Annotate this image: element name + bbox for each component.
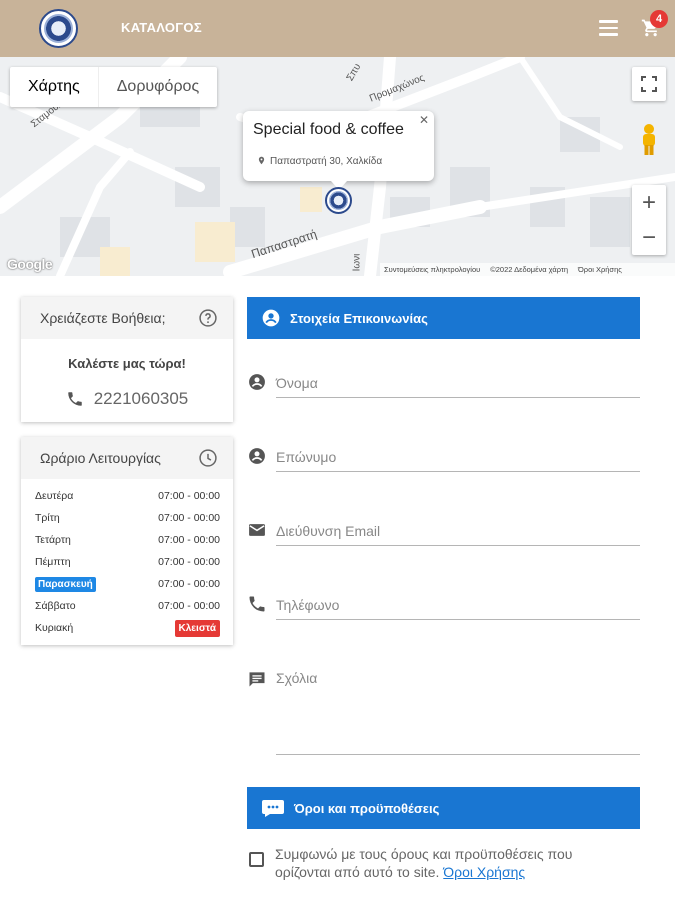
chat-bubble-icon [262,800,284,817]
close-icon[interactable]: ✕ [419,113,429,127]
day-hours: 07:00 - 00:00 [158,512,220,524]
day-name: Κυριακή [35,622,74,634]
street-view-pegman-icon[interactable] [636,123,662,157]
closed-badge: Κλειστά [174,619,220,637]
map-info-window: Special food & coffee ✕ Παπαστρατή 30, Χ… [243,111,434,190]
email-icon [249,524,265,536]
map-type-toggle: Χάρτης Δορυφόρος [10,67,218,107]
terms-of-use-link[interactable]: Όροι Χρήσης [443,864,525,880]
help-card-header: Χρειάζεστε Βοήθεια; [21,297,233,339]
nav-catalog-link[interactable]: ΚΑΤΑΛΟΓΟΣ [121,20,202,35]
day-name: Σάββατο [35,600,76,612]
help-card: Χρειάζεστε Βοήθεια; Καλέστε μας τώρα! 22… [21,297,233,422]
google-logo[interactable]: Google [7,256,53,272]
contact-section-title: Στοιχεία Επικοινωνίας [290,310,428,326]
street-label: Ιωνι [351,253,363,272]
day-name: Δευτέρα [35,490,74,502]
google-map[interactable]: Σταμούλη Προμαχώνος Σπυ Παπαστρατή Ιωνι … [0,57,675,276]
hours-card-header: Ωράριο Λειτουργίας [21,437,233,479]
hours-row-today: Παρασκευή 07:00 - 00:00 [35,573,220,595]
tab-map[interactable]: Χάρτης [10,67,98,107]
terms-agreement-text: Συμφωνώ με τους όρους και προϋποθέσεις π… [275,846,573,880]
fullscreen-button[interactable] [632,67,666,101]
tab-satellite[interactable]: Δορυφόρος [97,67,217,107]
phone-label: Τηλέφωνο [276,597,340,613]
phone-number[interactable]: 2221060305 [94,389,189,409]
opening-hours-card: Ωράριο Λειτουργίας Δευτέρα 07:00 - 00:00 … [21,437,233,645]
zoom-out-button[interactable]: − [632,220,666,255]
hours-card-title: Ωράριο Λειτουργίας [40,450,161,466]
account-circle-icon [262,309,280,327]
fullscreen-icon [641,76,657,92]
hours-row: Πέμπτη 07:00 - 00:00 [35,551,220,573]
phone-icon [249,596,265,612]
hours-list: Δευτέρα 07:00 - 00:00 Τρίτη 07:00 - 00:00 … [21,479,233,639]
email-field[interactable]: Διεύθυνση Email [247,521,640,547]
contact-section-header: Στοιχεία Επικοινωνίας [247,297,640,339]
phone-field[interactable]: Τηλέφωνο [247,595,640,621]
call-now-text: Καλέστε μας τώρα! [68,356,186,371]
last-name-field[interactable]: Επώνυμο [247,447,640,473]
help-circle-icon [199,309,217,327]
account-circle-icon [249,448,265,464]
last-name-label: Επώνυμο [276,449,337,465]
location-pin-icon [258,156,265,165]
day-hours: 07:00 - 00:00 [158,490,220,502]
terms-section-title: Όροι και προϋποθέσεις [294,800,440,816]
comment-icon [249,672,265,687]
day-name: Τρίτη [35,512,60,524]
first-name-label: Όνομα [276,375,318,391]
cart-count-badge: 4 [650,10,668,28]
terms-checkbox[interactable] [249,852,264,867]
account-circle-icon [249,374,265,390]
help-card-title: Χρειάζεστε Βοήθεια; [40,310,166,326]
map-marker[interactable] [325,187,352,214]
comments-field[interactable]: Σχόλια [247,668,640,758]
hours-row: Κυριακή Κλειστά [35,617,220,639]
place-name: Special food & coffee [253,121,404,138]
day-name: Τετάρτη [35,534,71,546]
terms-of-use-link[interactable]: Όροι Χρήσης [578,265,622,274]
place-address: Παπαστρατή 30, Χαλκίδα [257,155,382,167]
hours-row: Τρίτη 07:00 - 00:00 [35,507,220,529]
day-hours: 07:00 - 00:00 [158,534,220,546]
comments-label: Σχόλια [276,670,318,686]
phone-icon [67,392,82,406]
site-logo[interactable] [39,9,78,48]
today-badge: Παρασκευή [35,576,96,592]
keyboard-shortcuts-link[interactable]: Συντομεύσεις πληκτρολογίου [384,265,480,274]
day-hours: 07:00 - 00:00 [158,556,220,568]
phone-line[interactable]: 2221060305 [21,389,233,409]
day-hours: 07:00 - 00:00 [158,578,220,590]
first-name-field[interactable]: Όνομα [247,373,640,399]
map-data-text: ©2022 Δεδομένα χάρτη [490,265,568,274]
hours-row: Σάββατο 07:00 - 00:00 [35,595,220,617]
zoom-controls: + − [632,185,666,255]
day-name: Πέμπτη [35,556,71,568]
terms-section-header: Όροι και προϋποθέσεις [247,787,640,829]
top-navbar: ΚΑΤΑΛΟΓΟΣ 4 [0,0,675,57]
day-hours: 07:00 - 00:00 [158,600,220,612]
email-label: Διεύθυνση Email [276,523,381,539]
clock-icon [199,449,217,467]
zoom-in-button[interactable]: + [632,185,666,220]
hours-row: Τετάρτη 07:00 - 00:00 [35,529,220,551]
hours-row: Δευτέρα 07:00 - 00:00 [35,485,220,507]
map-attribution: Συντομεύσεις πληκτρολογίου ©2022 Δεδομέν… [380,263,675,276]
hamburger-menu-icon[interactable] [599,20,618,36]
